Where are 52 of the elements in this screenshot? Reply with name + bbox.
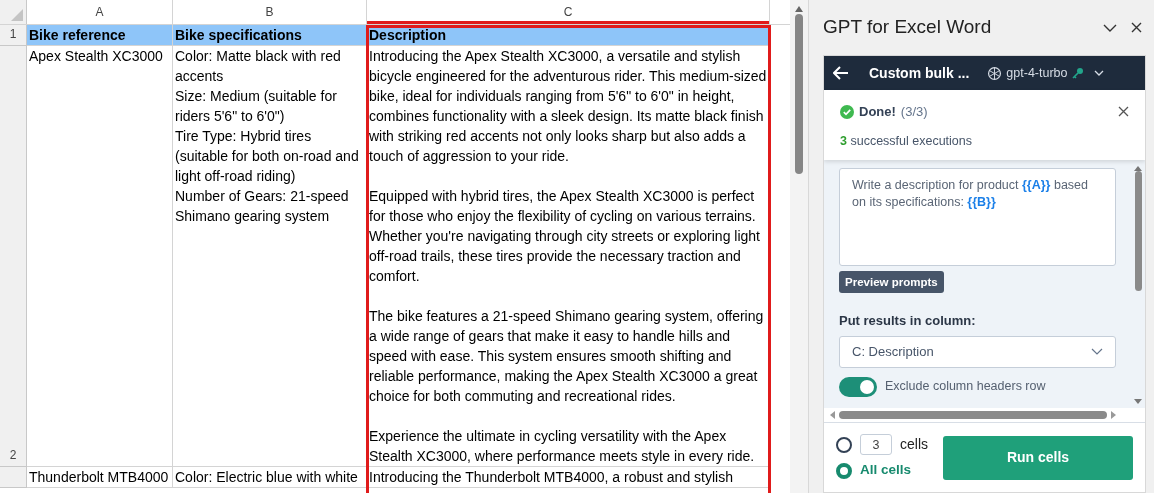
- cell-text: Apex Stealth XC3000: [29, 47, 164, 66]
- cell-text: Introducing the Thunderbolt MTB4000, a robust and stylish: [369, 468, 734, 487]
- scroll-down-icon[interactable]: [1134, 399, 1142, 404]
- close-icon[interactable]: [1118, 106, 1129, 118]
- cell-text: Number of Gears: 21-speed Shimano gearing system: [175, 187, 350, 226]
- scroll-left-icon[interactable]: [830, 411, 835, 419]
- key-icon: [1071, 67, 1084, 79]
- row-header[interactable]: 1: [0, 25, 27, 46]
- scrollbar-thumb[interactable]: [1134, 171, 1142, 292]
- model-logo-icon: [987, 65, 1003, 81]
- chevron-down-icon: [1091, 348, 1103, 356]
- cell-text: Tire Type: Hybrid tires (suitable for both on-road and light off-road riding): [175, 127, 360, 186]
- radio-button[interactable]: [836, 436, 852, 453]
- scroll-up-icon[interactable]: [795, 6, 803, 12]
- model-selector[interactable]: gpt-4-turbo: [987, 63, 1104, 83]
- radio-button[interactable]: [836, 462, 852, 479]
- back-arrow-icon[interactable]: [833, 66, 849, 80]
- cell-text: The bike features a 21-speed Shimano gearing system, offering a wide range of gears that make it easy to handle hills and speed with ease. This system ensures smooth shifting and reliable performance, making the Apex Stealth XC3000 a great choice for both commuting and recreational rides.: [369, 307, 765, 406]
- column-header[interactable]: C: [367, 0, 770, 24]
- prompt-field[interactable]: Write a description for product {{A}} based on its specifications: {{B}}: [839, 168, 1116, 267]
- cell-text: Introducing the Apex Stealth XC3000, a versatile and stylish bicycle engineered for the adventurous rider. This medium-sized bike, ideal for individuals ranging from 5'6" to 6'0" in height, combines functionality with a sleek design. Its matte black finish with striking red accents not only looks sharp but also adds a touch of aggression to your ride.: [369, 47, 767, 166]
- cell-text: Size: Medium (suitable for riders 5'6" to 6'0"): [175, 87, 338, 126]
- toggle-label: Exclude column headers row: [885, 378, 1046, 396]
- cell-text: Color: Electric blue with white: [175, 468, 359, 487]
- notification-title: Done!: [859, 103, 896, 121]
- toggle-switch[interactable]: [839, 376, 877, 397]
- cell-text: Color: Matte black with red accents: [175, 47, 342, 86]
- radio-label: cells: [900, 435, 928, 455]
- scrollbar-thumb[interactable]: [795, 14, 803, 174]
- notification-detail: 3 successful executions: [840, 132, 973, 150]
- scrollbar-thumb[interactable]: [839, 411, 1107, 419]
- row-header[interactable]: 2: [0, 46, 27, 467]
- header-title: Custom bulk ...: [869, 63, 970, 83]
- column-title: Bike reference: [29, 26, 127, 45]
- column-title: Bike specifications: [175, 26, 303, 45]
- pane-title: GPT for Excel Word: [823, 15, 992, 40]
- chevron-down-icon[interactable]: [1103, 23, 1117, 32]
- corner-cell[interactable]: [0, 0, 27, 24]
- radio-label: All cells: [860, 461, 912, 480]
- column-dropdown[interactable]: C: Description: [839, 335, 1116, 368]
- column-label: Put results in column:: [839, 312, 977, 331]
- scroll-right-icon[interactable]: [1111, 411, 1116, 419]
- cell-text: Thunderbolt MTB4000: [29, 468, 170, 487]
- column-title: Description: [369, 26, 447, 45]
- cell-text: Experience the ultimate in cycling versatility with the Apex Stealth XC3000, where performance meets style in every ride.: [369, 427, 756, 466]
- preview-prompts-button[interactable]: Preview prompts: [839, 271, 944, 294]
- cell-text: Equipped with hybrid tires, the Apex Stealth XC3000 is perfect for those who enjoy the flexibility of cycling on various terrains. Whether you're navigating through city streets or exploring light off-road trails, these tires provide the necessary traction and comfort.: [369, 187, 761, 286]
- chevron-down-icon: [1093, 70, 1104, 76]
- cell-count-field[interactable]: 3: [860, 434, 892, 456]
- progress-count: (3/3): [900, 103, 928, 121]
- check-circle-icon: [840, 104, 854, 119]
- close-icon[interactable]: [1131, 22, 1142, 33]
